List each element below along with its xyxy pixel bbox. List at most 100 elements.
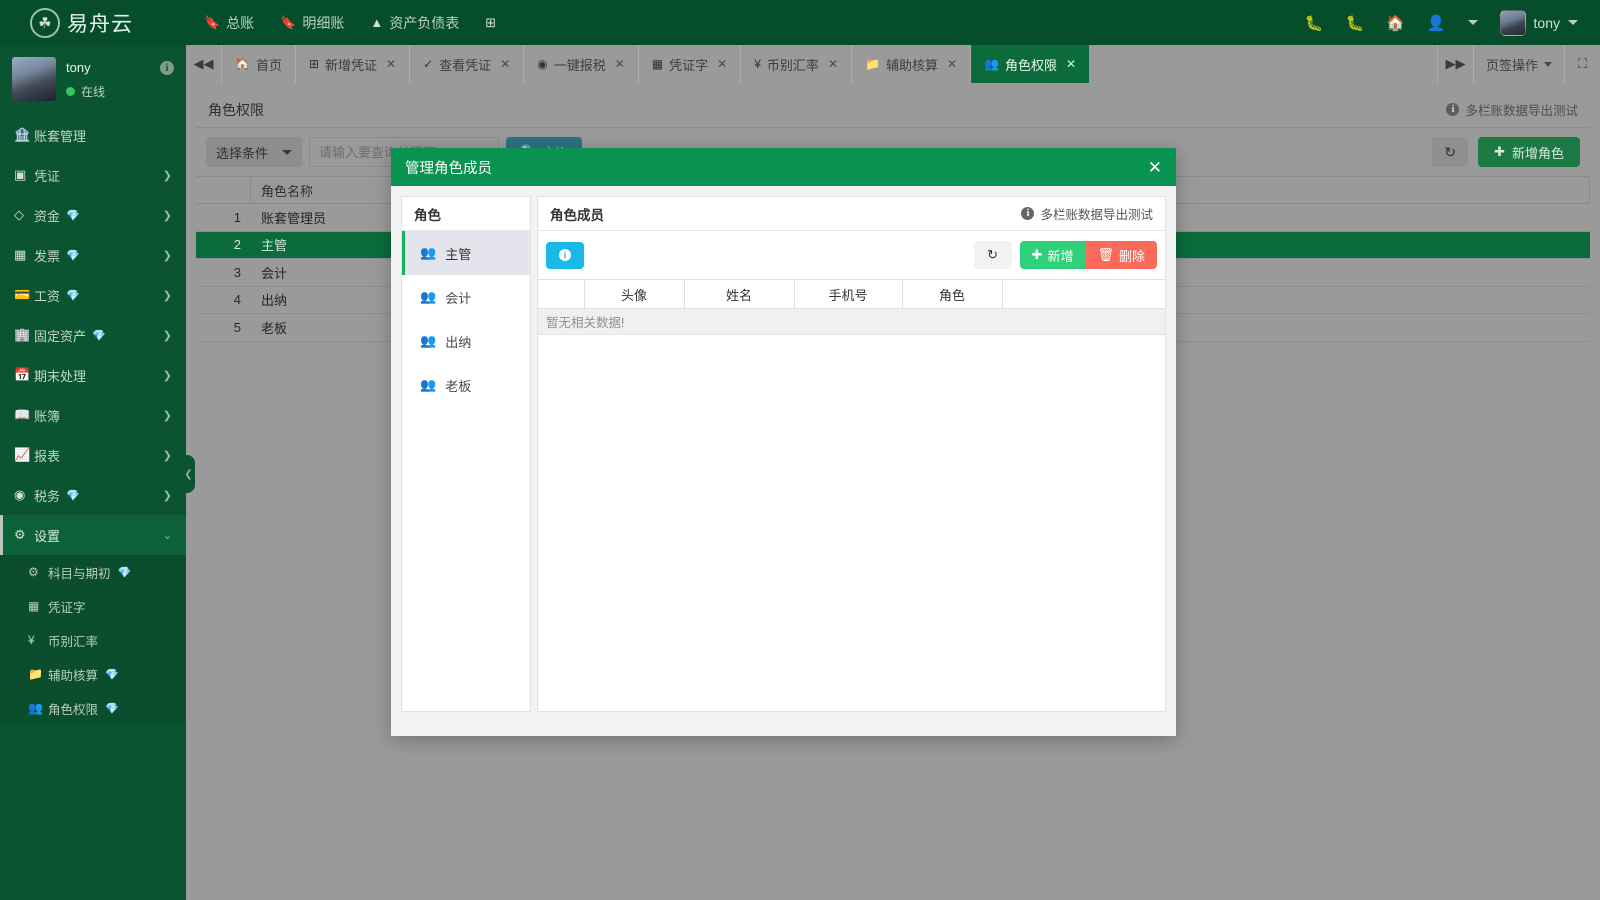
top-nav-item-add[interactable]: ⊞	[485, 15, 496, 31]
brand[interactable]: ☘ 易舟云	[0, 7, 190, 38]
tab-currency-rate[interactable]: ¥ 币别汇率 ✕	[741, 45, 852, 83]
sidebar-item-label: 发票	[34, 248, 61, 264]
sidebar-item-tax[interactable]: ◉ 税务 💎 ❯	[0, 475, 186, 515]
tab-label: 凭证字	[669, 57, 709, 73]
top-nav-item-detail-ledger[interactable]: 🔖 明细账	[280, 13, 344, 33]
refresh-button[interactable]: ↻	[1432, 137, 1469, 167]
row-index: 5	[233, 319, 241, 335]
tab-operations-menu[interactable]: 页签操作	[1472, 45, 1564, 83]
user-menu[interactable]: tony	[1499, 9, 1578, 36]
tab-home[interactable]: 🏠 首页	[222, 45, 296, 83]
sidebar: tony 在线 i 🏦 账套管理 ▣ 凭证 ❯ ◇ 资金 💎 ❯ ▦ 发票 💎 …	[0, 45, 186, 900]
sidebar-collapse-handle[interactable]: ❮	[182, 455, 195, 493]
home-icon[interactable]: 🏠	[1386, 14, 1405, 32]
top-nav-item-general-ledger[interactable]: 🔖 总账	[204, 13, 254, 33]
user-switch-icon[interactable]: 👤	[1427, 14, 1446, 32]
tab-voucher-word[interactable]: ▦ 凭证字 ✕	[639, 45, 742, 83]
calendar-icon: 📅	[14, 367, 31, 382]
sidebar-item-account-sets[interactable]: 🏦 账套管理	[0, 115, 186, 155]
sidebar-item-period-end[interactable]: 📅 期末处理 ❯	[0, 355, 186, 395]
tab-label: 新增凭证	[325, 57, 378, 73]
close-icon[interactable]: ✕	[615, 57, 625, 71]
sidebar-subitem-role-permissions[interactable]: 👥 角色权限 💎	[0, 691, 186, 725]
vip-diamond-icon: 💎	[66, 489, 80, 502]
column-header-phone: 手机号	[793, 279, 903, 309]
tab-new-voucher[interactable]: ⊞ 新增凭证 ✕	[296, 45, 411, 83]
top-nav-label: 资产负债表	[389, 14, 460, 31]
role-item-cashier[interactable]: 👥 出纳	[402, 319, 530, 363]
voucher-word-icon: ▦	[28, 599, 40, 613]
sidebar-subitem-voucher-word[interactable]: ▦ 凭证字	[0, 589, 186, 623]
tab-scroll-right-button[interactable]: ▶▶	[1436, 45, 1473, 83]
sidebar-item-salary[interactable]: 💳 工资 💎 ❯	[0, 275, 186, 315]
role-item-boss[interactable]: 👥 老板	[402, 363, 530, 407]
tab-bar-filler	[1089, 45, 1437, 83]
condition-select[interactable]: 选择条件	[206, 137, 303, 167]
close-icon[interactable]: ✕	[500, 57, 510, 71]
salary-icon: 💳	[14, 287, 31, 302]
sidebar-item-fixed-assets[interactable]: 🏢 固定资产 💎 ❯	[0, 315, 186, 355]
chevron-left-icon: ❮	[184, 468, 193, 480]
role-item-supervisor[interactable]: 👥 主管	[402, 231, 530, 275]
modal-export-test-link[interactable]: i 多栏账数据导出测试	[1021, 204, 1153, 223]
bug-icon[interactable]: 🐛	[1345, 14, 1364, 32]
sidebar-item-settings[interactable]: ⚙ 设置 ⌄	[0, 515, 186, 555]
subject-icon: ⚙	[28, 565, 39, 579]
tab-view-voucher[interactable]: ✓ 查看凭证 ✕	[410, 45, 525, 83]
role-members-title: 角色成员	[550, 207, 604, 223]
sidebar-item-invoice[interactable]: ▦ 发票 💎 ❯	[0, 235, 186, 275]
delete-member-button[interactable]: 🗑 删除	[1085, 241, 1157, 269]
sidebar-item-books[interactable]: 📖 账簿 ❯	[0, 395, 186, 435]
sidebar-item-reports[interactable]: 📈 报表 ❯	[0, 435, 186, 475]
chevron-down-icon	[282, 149, 293, 155]
role-item-label: 老板	[445, 378, 472, 394]
plus-icon: ✚	[1494, 144, 1505, 159]
sidebar-item-label: 期末处理	[34, 368, 87, 384]
close-icon[interactable]: ✕	[717, 57, 727, 71]
tab-one-click-tax[interactable]: ◉ 一键报税 ✕	[524, 45, 639, 83]
close-icon[interactable]: ✕	[386, 57, 396, 71]
export-test-link[interactable]: i 多栏账数据导出测试	[1446, 100, 1578, 119]
role-item-accountant[interactable]: 👥 会计	[402, 275, 530, 319]
check-circle-icon: ✓	[423, 57, 434, 71]
tab-scroll-left-button[interactable]: ◀◀	[186, 45, 222, 83]
seal-logo-icon: ☘	[30, 7, 60, 38]
info-button[interactable]: i	[546, 241, 584, 269]
sidebar-subitem-currency-rate[interactable]: ¥ 币别汇率	[0, 623, 186, 657]
tab-bar: ◀◀ 🏠 首页 ⊞ 新增凭证 ✕ ✓ 查看凭证 ✕ ◉ 一键报税 ✕ ▦ 凭证字…	[186, 45, 1600, 83]
add-role-button[interactable]: ✚ 新增角色	[1478, 137, 1580, 167]
fullscreen-toggle-button[interactable]: ⛶	[1564, 45, 1600, 83]
sidebar-subitem-label: 辅助核算	[48, 668, 99, 683]
sidebar-item-label: 设置	[34, 528, 61, 544]
refresh-button[interactable]: ↻	[973, 241, 1012, 269]
chevron-down-icon[interactable]	[1568, 20, 1578, 25]
sidebar-user-card[interactable]: tony 在线 i	[0, 45, 186, 115]
close-icon[interactable]: ✕	[1066, 57, 1076, 71]
vip-diamond-icon: 💎	[66, 209, 80, 222]
tab-aux-accounting[interactable]: 📁 辅助核算 ✕	[852, 45, 972, 83]
bug-icon[interactable]: 🐛	[1305, 14, 1324, 32]
tab-role-permissions[interactable]: 👥 角色权限 ✕	[971, 45, 1090, 83]
vip-diamond-icon: 💎	[66, 289, 80, 302]
brand-name: 易舟云	[67, 12, 133, 36]
yen-icon: ¥	[754, 57, 761, 71]
close-icon[interactable]: ✕	[828, 57, 838, 71]
tab-label: 辅助核算	[885, 57, 938, 73]
sidebar-item-voucher[interactable]: ▣ 凭证 ❯	[0, 155, 186, 195]
yen-icon: ¥	[28, 633, 35, 647]
info-icon[interactable]: i	[160, 61, 174, 75]
sidebar-subitem-subjects[interactable]: ⚙ 科目与期初 💎	[0, 555, 186, 589]
close-icon[interactable]: ✕	[1148, 159, 1162, 176]
home-icon: 🏠	[235, 57, 250, 71]
refresh-icon: ↻	[987, 247, 998, 262]
top-nav-item-balance-sheet[interactable]: ▲ 资产负债表	[370, 13, 459, 33]
close-icon[interactable]: ✕	[947, 57, 957, 71]
chevron-right-icon: ❯	[162, 449, 172, 462]
sidebar-item-funds[interactable]: ◇ 资金 💎 ❯	[0, 195, 186, 235]
sidebar-subitem-aux-accounting[interactable]: 📁 辅助核算 💎	[0, 657, 186, 691]
add-member-button[interactable]: ✚ 新增	[1019, 241, 1086, 269]
info-icon: i	[1446, 103, 1460, 116]
modal-export-test-label: 多栏账数据导出测试	[1040, 208, 1153, 222]
chevron-down-icon[interactable]	[1467, 20, 1478, 25]
tab-label: 查看凭证	[439, 57, 492, 73]
